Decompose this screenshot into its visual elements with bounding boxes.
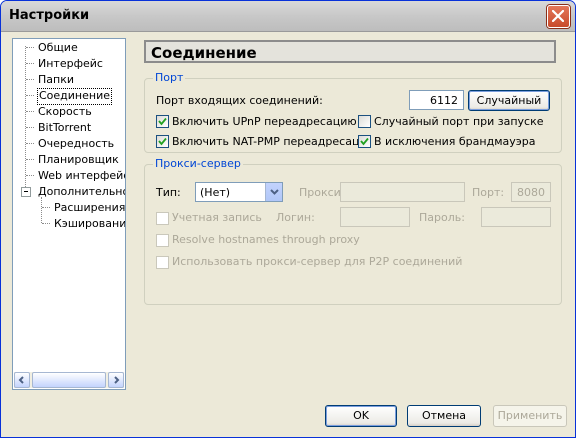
natpmp-checkbox[interactable]	[156, 135, 169, 148]
tree-item-bittorrent[interactable]: BitTorrent	[37, 120, 92, 135]
proxy-type-select[interactable]: (Нет)	[195, 182, 283, 202]
dropdown-arrow[interactable]	[265, 183, 282, 201]
close-icon	[552, 10, 564, 22]
tree-item-advanced[interactable]: Дополнительно	[37, 184, 125, 199]
tree-horizontal-scrollbar[interactable]	[14, 372, 124, 388]
ok-button[interactable]: OK	[325, 405, 397, 427]
scroll-left-button[interactable]	[14, 372, 30, 388]
checkmark-icon	[158, 117, 167, 126]
checkmark-icon	[360, 137, 369, 146]
tree-item-interface[interactable]: Интерфейс	[37, 56, 104, 71]
chevron-right-icon	[114, 376, 120, 384]
proxy-group-legend: Прокси-сервер	[153, 157, 243, 170]
tree-items: Общие Интерфейс Папки Соединение Скорост…	[13, 39, 125, 369]
tree-line	[26, 95, 34, 96]
port-group-legend: Порт	[153, 71, 186, 84]
firewall-label[interactable]: В исключения брандмауэра	[374, 135, 536, 148]
tree-item-folders[interactable]: Папки	[37, 72, 75, 87]
tree-line	[25, 46, 26, 193]
tree-line	[26, 47, 34, 48]
settings-page: Соединение Порт Порт входящих соединений…	[130, 38, 563, 393]
tree-line	[42, 207, 50, 208]
resolve-hostnames-label[interactable]: Resolve hostnames through proxy	[172, 233, 360, 246]
tree-item-queueing[interactable]: Очередность	[37, 136, 115, 151]
collapse-toggle-icon[interactable]	[21, 187, 31, 197]
proxy-host-input[interactable]	[340, 182, 465, 202]
tree-line	[26, 159, 34, 160]
proxy-port-label: Порт:	[472, 186, 505, 199]
password-input[interactable]	[481, 207, 551, 227]
proxy-port-input[interactable]: 8080	[511, 182, 551, 202]
login-input[interactable]	[340, 207, 410, 227]
tree-item-speed[interactable]: Скорость	[37, 104, 93, 119]
tree-line	[26, 79, 34, 80]
proxy-group: Прокси-сервер Тип: (Нет) Прокси: Порт: 8…	[144, 157, 562, 305]
tree-line	[26, 143, 34, 144]
resolve-hostnames-checkbox[interactable]	[156, 234, 169, 247]
p2p-proxy-checkbox[interactable]	[156, 256, 169, 269]
page-header: Соединение	[144, 40, 556, 63]
random-port-button[interactable]: Случайный	[468, 90, 550, 111]
scroll-thumb[interactable]	[32, 372, 106, 388]
p2p-proxy-label[interactable]: Использовать прокси-сервер для P2P соеди…	[172, 255, 462, 268]
dialog-client-area: Общие Интерфейс Папки Соединение Скорост…	[4, 32, 572, 434]
page-title: Соединение	[151, 44, 257, 62]
tree-item-connection[interactable]: Соединение	[37, 88, 113, 105]
tree-line	[26, 175, 34, 176]
upnp-checkbox[interactable]	[156, 115, 169, 128]
proxy-port-value: 8080	[517, 186, 545, 199]
tree-line	[42, 223, 50, 224]
proxy-type-label: Тип:	[156, 186, 181, 199]
tree-line	[26, 111, 34, 112]
proxy-type-value: (Нет)	[200, 186, 231, 199]
tree-line	[26, 127, 34, 128]
settings-tree[interactable]: Общие Интерфейс Папки Соединение Скорост…	[12, 38, 126, 390]
scroll-right-button[interactable]	[108, 372, 124, 388]
apply-button[interactable]: Применить	[493, 405, 567, 427]
account-checkbox[interactable]	[156, 212, 169, 225]
checkmark-icon	[158, 137, 167, 146]
tree-item-web-interface[interactable]: Web интерфейс	[37, 168, 125, 183]
settings-window: Настройки Общие Интерфейс Папки Соединен…	[0, 0, 576, 438]
tree-item-caching[interactable]: Кэширование	[53, 216, 125, 231]
tree-item-scheduler[interactable]: Планировщик	[37, 152, 120, 167]
natpmp-label[interactable]: Включить NAT-PMP переадресаци	[172, 135, 367, 148]
chevron-down-icon	[270, 189, 279, 195]
chevron-left-icon	[18, 376, 24, 384]
proxy-host-label: Прокси:	[299, 186, 345, 199]
tree-line	[41, 197, 42, 223]
close-button[interactable]	[547, 5, 570, 28]
window-title: Настройки	[9, 8, 90, 23]
random-on-start-checkbox[interactable]	[358, 115, 371, 128]
upnp-label[interactable]: Включить UPnP переадресацию	[172, 115, 357, 128]
cancel-button[interactable]: Отмена	[407, 405, 481, 427]
tree-item-general[interactable]: Общие	[37, 40, 79, 55]
password-label: Пароль:	[419, 211, 465, 224]
tree-item-extensions[interactable]: Расширения и	[53, 200, 125, 215]
tree-line	[26, 63, 34, 64]
port-group: Порт Порт входящих соединений: 6112 Случ…	[144, 71, 562, 153]
incoming-port-label: Порт входящих соединений:	[156, 94, 323, 107]
login-label: Логин:	[276, 211, 315, 224]
title-bar[interactable]: Настройки	[1, 1, 575, 32]
incoming-port-value: 6112	[430, 94, 458, 107]
incoming-port-input[interactable]: 6112	[409, 90, 464, 110]
random-on-start-label[interactable]: Случайный порт при запуске	[374, 115, 544, 128]
firewall-checkbox[interactable]	[358, 135, 371, 148]
account-label[interactable]: Учетная запись	[172, 211, 262, 224]
